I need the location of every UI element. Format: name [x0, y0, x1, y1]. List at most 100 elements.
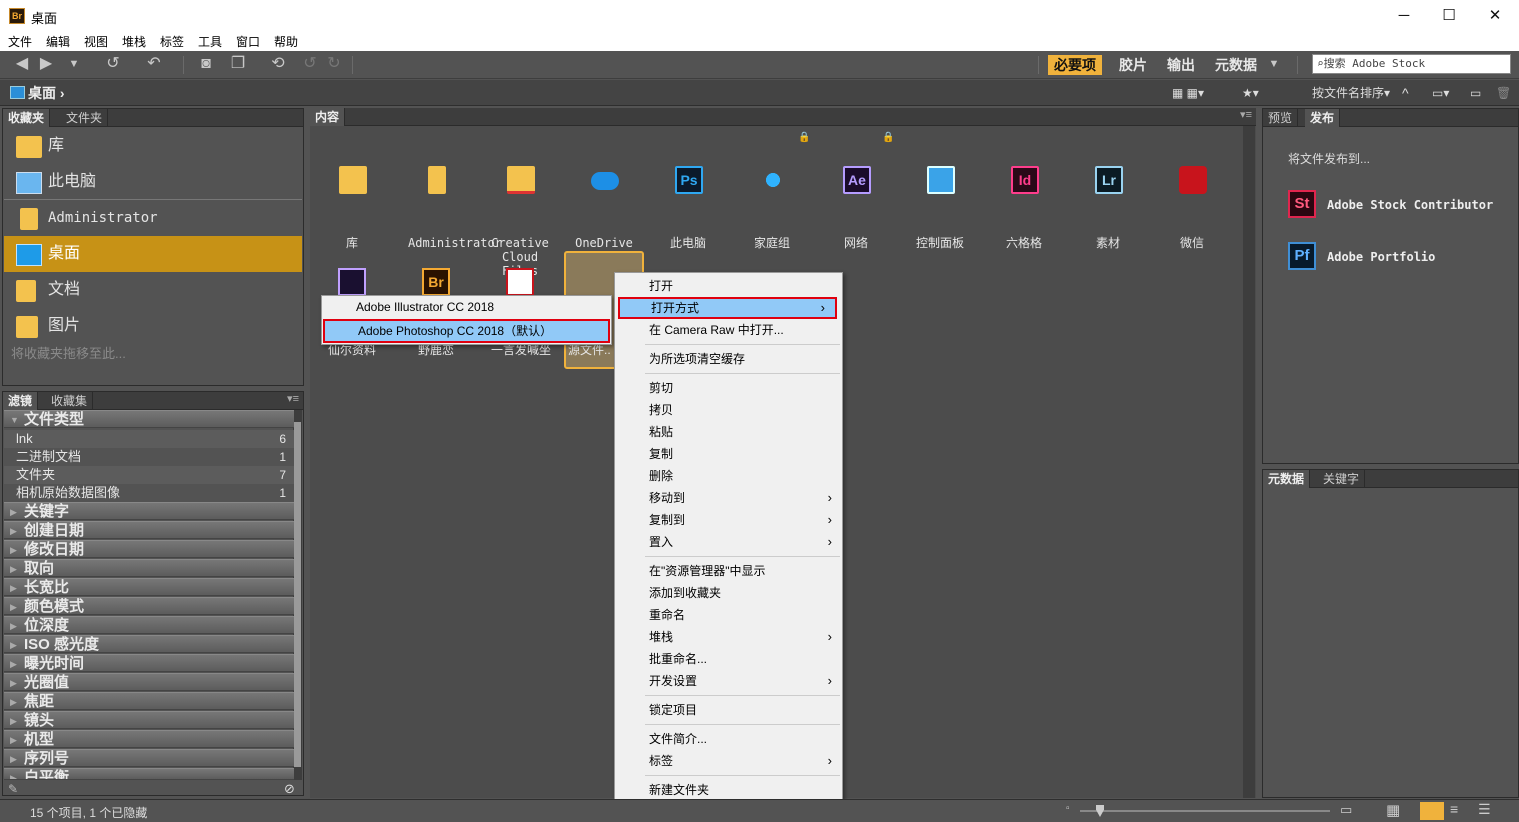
filter-group[interactable]: ▶ 机型: [4, 730, 294, 748]
thumbnail-view-active-icon[interactable]: [1420, 802, 1444, 820]
filter-group[interactable]: ▶ 镜头: [4, 711, 294, 729]
menu-item-open[interactable]: 打开: [615, 275, 842, 297]
panel-menu-icon[interactable]: ▾≡: [287, 392, 299, 405]
workspace-metadata[interactable]: 元数据: [1215, 55, 1257, 75]
recent-folder-icon[interactable]: ↺: [103, 55, 123, 73]
content-scrollbar[interactable]: [1243, 126, 1255, 798]
filter-scrollbar[interactable]: [293, 410, 302, 780]
search-input[interactable]: ⌕搜索 Adobe Stock: [1312, 54, 1511, 74]
content-item[interactable]: Ps 此电脑: [646, 126, 730, 256]
content-item[interactable]: Ae 网络: [814, 126, 898, 256]
thumbnail-quality-icon[interactable]: ▦ ▦▾: [1172, 84, 1204, 102]
sort-ascending-icon[interactable]: ^: [1402, 84, 1409, 102]
menu-item-copy[interactable]: 拷贝: [615, 399, 842, 421]
thumbnail-size-slider[interactable]: [1080, 810, 1330, 812]
menu-item-duplicate[interactable]: 复制: [615, 443, 842, 465]
workspace-essentials[interactable]: 必要项: [1048, 55, 1102, 75]
workspace-filmstrip[interactable]: 胶片: [1119, 55, 1147, 75]
menu-item-add-favorites[interactable]: 添加到收藏夹: [615, 582, 842, 604]
filter-group[interactable]: ▶ 长宽比: [4, 578, 294, 596]
favorite-item-desktop[interactable]: 桌面: [4, 236, 302, 272]
menu-tools[interactable]: 工具: [198, 33, 222, 50]
open-recent-folder-icon[interactable]: ▭▾: [1432, 84, 1449, 102]
menu-window[interactable]: 窗口: [236, 33, 260, 50]
menu-item-reveal-explorer[interactable]: 在"资源管理器"中显示: [615, 560, 842, 582]
filter-group-file-type[interactable]: ▼ 文件类型: [4, 410, 294, 428]
chevron-down-icon[interactable]: ▼: [64, 55, 84, 73]
menu-view[interactable]: 视图: [84, 33, 108, 50]
filter-group[interactable]: ▶ 修改日期: [4, 540, 294, 558]
list-view-icon[interactable]: ☰: [1478, 801, 1491, 818]
star-filter-icon[interactable]: ★▾: [1242, 84, 1259, 102]
menu-item-batch-rename[interactable]: 批重命名...: [615, 648, 842, 670]
menu-item-purge-cache[interactable]: 为所选项清空缓存: [615, 348, 842, 370]
favorite-item-library[interactable]: 库: [4, 128, 302, 164]
tab-preview[interactable]: 预览: [1263, 109, 1299, 127]
filter-group[interactable]: ▶ 颜色模式: [4, 597, 294, 615]
menu-item-delete[interactable]: 删除: [615, 465, 842, 487]
menu-item-rename[interactable]: 重命名: [615, 604, 842, 626]
filter-row[interactable]: 文件夹 7: [4, 466, 294, 484]
scrollbar-thumb[interactable]: [294, 422, 301, 767]
menu-item-open-camera-raw[interactable]: 在 Camera Raw 中打开...: [615, 319, 842, 341]
menu-item-develop-settings[interactable]: 开发设置 ›: [615, 670, 842, 692]
return-icon[interactable]: ↶: [144, 55, 164, 73]
refine-icon[interactable]: ❐: [228, 55, 248, 73]
content-item[interactable]: OneDrive: [562, 126, 646, 256]
filter-group[interactable]: ▶ 位深度: [4, 616, 294, 634]
clear-filter-icon[interactable]: ⊘: [284, 781, 295, 797]
tab-metadata[interactable]: 元数据: [1263, 470, 1311, 488]
zoom-in-icon[interactable]: ▭: [1340, 802, 1352, 818]
pin-icon[interactable]: ✎: [8, 782, 18, 796]
tab-publish[interactable]: 发布: [1305, 109, 1341, 127]
menu-item-open-with[interactable]: 打开方式 ›: [618, 297, 837, 319]
filter-row[interactable]: 二进制文档 1: [4, 448, 294, 466]
panel-menu-icon[interactable]: ▾≡: [1240, 108, 1252, 121]
filter-group[interactable]: ▶ 白平衡: [4, 768, 294, 780]
rotate-icon[interactable]: ⟲: [268, 55, 288, 73]
menu-item-move-to[interactable]: 移动到 ›: [615, 487, 842, 509]
filter-row[interactable]: 相机原始数据图像 1: [4, 484, 294, 502]
menu-label[interactable]: 标签: [160, 33, 184, 50]
filter-group[interactable]: ▶ ISO 感光度: [4, 635, 294, 653]
forward-arrow-icon[interactable]: ▶: [36, 55, 56, 73]
filter-group[interactable]: ▶ 曝光时间: [4, 654, 294, 672]
close-button[interactable]: ✕: [1480, 5, 1510, 27]
menu-help[interactable]: 帮助: [274, 33, 298, 50]
camera-icon[interactable]: ◙: [196, 55, 216, 73]
favorite-item-administrator[interactable]: Administrator: [4, 200, 302, 236]
menu-item-paste[interactable]: 粘贴: [615, 421, 842, 443]
menu-edit[interactable]: 编辑: [46, 33, 70, 50]
content-item[interactable]: Administrator: [394, 126, 502, 256]
tab-keywords[interactable]: 关键字: [1318, 470, 1366, 488]
breadcrumb[interactable]: 桌面 ›: [28, 83, 65, 103]
publish-target-stock[interactable]: St Adobe Stock Contributor: [1288, 190, 1508, 220]
menu-item-lock[interactable]: 锁定项目: [615, 699, 842, 721]
rotate-right-icon[interactable]: ↻: [324, 55, 344, 73]
rotate-left-icon[interactable]: ↺: [300, 55, 320, 73]
content-item[interactable]: 控制面板: [898, 126, 982, 256]
workspace-dropdown-icon[interactable]: ▼: [1264, 55, 1284, 73]
back-arrow-icon[interactable]: ◀: [12, 55, 32, 73]
filter-group[interactable]: ▶ 创建日期: [4, 521, 294, 539]
tab-content[interactable]: 内容: [310, 108, 346, 126]
maximize-button[interactable]: ☐: [1434, 5, 1464, 27]
publish-target-portfolio[interactable]: Pf Adobe Portfolio: [1288, 242, 1508, 272]
content-item[interactable]: Creative Cloud Files: [478, 126, 562, 278]
menu-item-illustrator[interactable]: Adobe Illustrator CC 2018: [322, 296, 611, 318]
menu-item-copy-to[interactable]: 复制到 ›: [615, 509, 842, 531]
new-folder-icon[interactable]: ▭: [1470, 84, 1481, 102]
filter-group[interactable]: ▶ 序列号: [4, 749, 294, 767]
sort-dropdown[interactable]: 按文件名排序▾: [1312, 84, 1390, 102]
delete-icon[interactable]: 🗑: [1496, 84, 1511, 102]
grid-view-icon[interactable]: ▦: [1386, 801, 1400, 819]
menu-item-cut[interactable]: 剪切: [615, 377, 842, 399]
menu-item-stack[interactable]: 堆栈 ›: [615, 626, 842, 648]
content-item[interactable]: 微信: [1150, 126, 1234, 256]
filter-group[interactable]: ▶ 取向: [4, 559, 294, 577]
filter-group[interactable]: ▶ 焦距: [4, 692, 294, 710]
menu-item-label[interactable]: 标签 ›: [615, 750, 842, 772]
menu-item-file-info[interactable]: 文件简介...: [615, 728, 842, 750]
slider-handle[interactable]: [1096, 805, 1104, 817]
filter-group[interactable]: ▶ 光圈值: [4, 673, 294, 691]
